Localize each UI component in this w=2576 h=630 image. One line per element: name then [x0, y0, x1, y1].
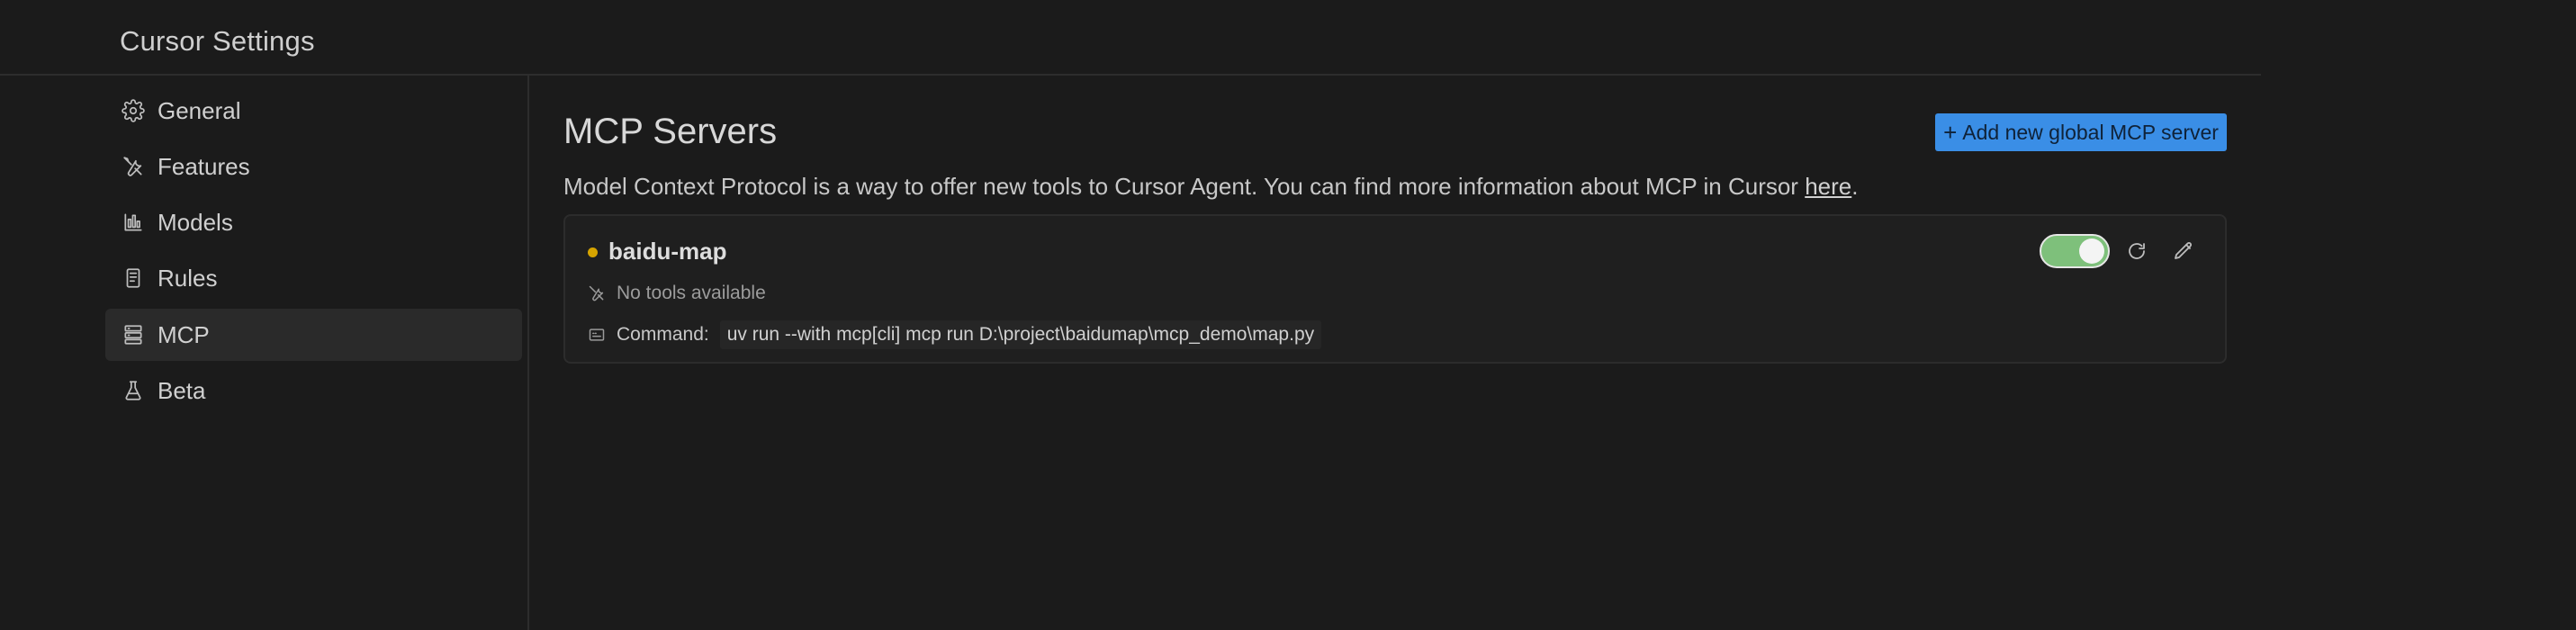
mcp-description: Model Context Protocol is a way to offer… — [563, 173, 1858, 201]
mcp-server-card: baidu-map No tools available Command: uv… — [563, 214, 2227, 364]
command-value: uv run --with mcp[cli] mcp run D:\projec… — [719, 320, 1322, 349]
mcp-info-link[interactable]: here — [1805, 173, 1851, 200]
sidebar-item-label: MCP — [158, 320, 210, 348]
sidebar-item-label: Models — [158, 208, 233, 236]
server-enabled-toggle[interactable] — [2040, 234, 2110, 268]
main-content: MCP Servers + Add new global MCP server … — [563, 76, 2227, 630]
tools-icon — [122, 155, 145, 178]
sidebar-item-label: Rules — [158, 264, 218, 292]
command-label: Command: — [617, 324, 709, 345]
page-title: MCP Servers — [563, 112, 778, 151]
terminal-icon — [588, 326, 606, 344]
pencil-icon — [2175, 242, 2192, 259]
description-text: Model Context Protocol is a way to offer… — [563, 173, 1806, 200]
sidebar-item-features[interactable]: Features — [105, 140, 522, 193]
sidebar-item-label: Beta — [158, 376, 206, 404]
server-status-dot — [588, 248, 598, 257]
description-end: . — [1851, 173, 1859, 200]
sidebar-item-mcp[interactable]: MCP — [105, 309, 522, 361]
edit-server-button[interactable] — [2170, 238, 2197, 265]
tools-icon — [588, 284, 606, 302]
plus-icon: + — [1943, 119, 1958, 146]
server-name: baidu-map — [608, 238, 727, 265]
add-button-label: Add new global MCP server — [1962, 120, 2219, 144]
sidebar-item-label: General — [158, 96, 241, 124]
flask-icon — [122, 379, 145, 402]
window-title: Cursor Settings — [120, 25, 315, 57]
refresh-icon — [2129, 243, 2145, 259]
server-stack-icon — [122, 323, 145, 346]
toggle-knob — [2079, 238, 2104, 264]
server-command-row: Command: uv run --with mcp[cli] mcp run … — [588, 320, 1322, 349]
title-bar: Cursor Settings — [0, 0, 2261, 76]
sidebar-item-label: Features — [158, 152, 250, 180]
refresh-server-button[interactable] — [2123, 238, 2150, 265]
server-tools-row: No tools available — [588, 283, 766, 304]
gear-icon — [122, 99, 145, 122]
sidebar-item-beta[interactable]: Beta — [105, 364, 522, 417]
sidebar-item-rules[interactable]: Rules — [105, 252, 522, 304]
tools-status-text: No tools available — [617, 283, 766, 303]
sidebar: General Features Models Rules MCP Beta — [0, 76, 529, 630]
bar-chart-icon — [122, 211, 145, 234]
sidebar-item-general[interactable]: General — [105, 85, 522, 137]
settings-window: Cursor Settings General Features Models … — [0, 0, 2576, 630]
sidebar-item-models[interactable]: Models — [105, 196, 522, 248]
book-icon — [122, 266, 145, 290]
add-global-mcp-server-button[interactable]: + Add new global MCP server — [1935, 113, 2227, 151]
